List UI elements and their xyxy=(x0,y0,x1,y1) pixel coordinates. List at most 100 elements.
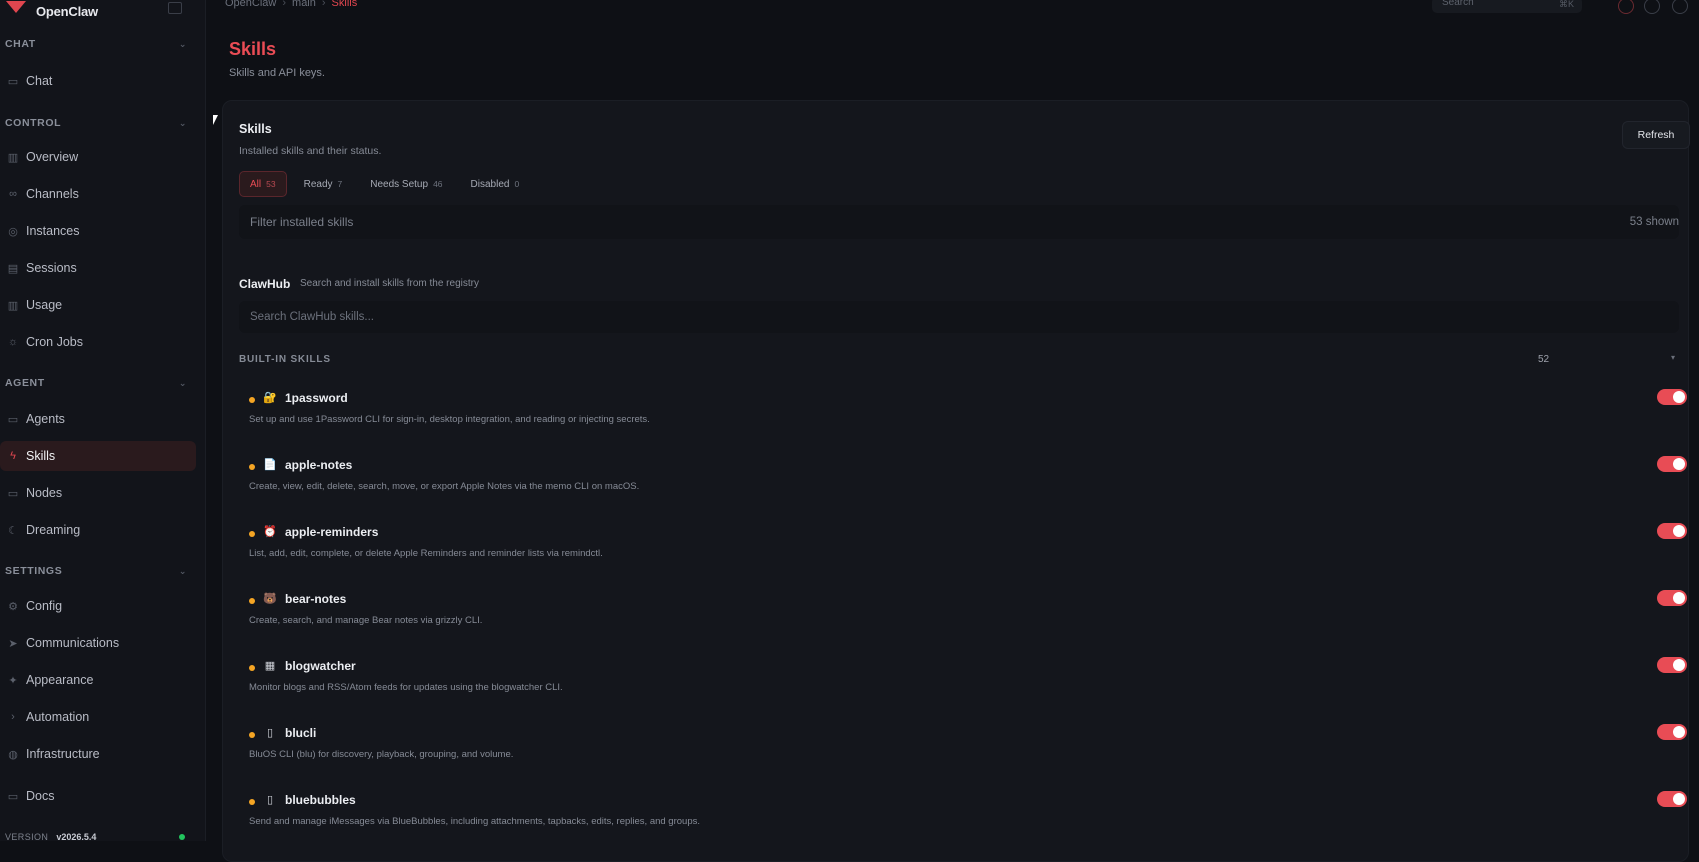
sidebar: OpenClaw CHAT ⌄ ▭ Chat CONTROL ⌄ ▥ Overvie… xyxy=(0,0,206,842)
skill-row: ▯ bluebubbles Send and manage iMessages … xyxy=(239,789,1687,847)
chevron-down-icon: ⌄ xyxy=(178,566,187,576)
sidebar-item-sessions[interactable]: ▤ Sessions xyxy=(0,253,196,283)
skill-enable-toggle[interactable] xyxy=(1657,389,1687,405)
skills-card: Skills Installed skills and their status… xyxy=(222,100,1690,862)
skill-enable-toggle[interactable] xyxy=(1657,590,1687,606)
skill-row: ▦ blogwatcher Monitor blogs and RSS/Atom… xyxy=(239,655,1687,713)
skill-description: Monitor blogs and RSS/Atom feeds for upd… xyxy=(249,682,563,693)
tab-all[interactable]: All 53 xyxy=(239,171,287,197)
placeholder-glyph-icon: ▯ xyxy=(266,794,274,806)
newspaper-icon: ▦ xyxy=(264,660,276,672)
chevron-down-icon: ⌄ xyxy=(178,118,187,128)
sidebar-item-cron-jobs[interactable]: ☼ Cron Jobs xyxy=(0,327,196,357)
mouse-cursor-icon xyxy=(213,115,218,125)
sidebar-item-appearance[interactable]: ✦ Appearance xyxy=(0,665,196,695)
status-dot xyxy=(249,531,255,537)
lightning-icon: ϟ xyxy=(10,450,16,462)
skill-description: Create, view, edit, delete, search, move… xyxy=(249,481,640,492)
status-icon[interactable] xyxy=(1618,0,1634,14)
online-status-dot xyxy=(179,834,185,840)
card-subtitle: Installed skills and their status. xyxy=(239,145,382,157)
skill-row: 📄 apple-notes Create, view, edit, delete… xyxy=(239,454,1687,512)
alarm-clock-icon: ⏰ xyxy=(263,526,277,538)
settings-icon[interactable] xyxy=(1672,0,1688,14)
sidebar-item-docs[interactable]: ▭ Docs xyxy=(0,781,196,811)
skill-enable-toggle[interactable] xyxy=(1657,523,1687,539)
page-subtitle: Skills and API keys. xyxy=(229,67,325,79)
skill-name: blucli xyxy=(285,726,317,740)
status-dot xyxy=(249,665,255,671)
skill-row: 🐻 bear-notes Create, search, and manage … xyxy=(239,588,1687,646)
skill-name: bear-notes xyxy=(285,592,347,606)
chevron-down-icon: ⌄ xyxy=(178,378,187,388)
sidebar-item-communications[interactable]: ➤ Communications xyxy=(0,628,196,658)
page-title: Skills xyxy=(229,39,277,59)
section-header-settings[interactable]: SETTINGS ⌄ xyxy=(5,565,191,581)
section-header-agent[interactable]: AGENT ⌄ xyxy=(5,377,191,393)
sidebar-item-instances[interactable]: ◎ Instances xyxy=(0,216,196,246)
status-dot xyxy=(249,598,255,604)
global-search-input[interactable]: Search ⌘K xyxy=(1432,0,1582,13)
breadcrumb: OpenClaw › main › Skills xyxy=(225,0,357,9)
skill-name: 1password xyxy=(285,391,348,405)
clawhub-search-input[interactable]: Search ClawHub skills... xyxy=(239,301,1679,333)
builtin-skills-count: 52 xyxy=(1538,354,1550,365)
sidebar-item-usage[interactable]: ▥ Usage xyxy=(0,290,196,320)
refresh-button[interactable]: Refresh xyxy=(1622,121,1690,149)
document-icon: ▤ xyxy=(7,262,19,275)
skill-row: ⏰ apple-reminders List, add, edit, compl… xyxy=(239,521,1687,579)
skill-description: List, add, edit, complete, or delete App… xyxy=(249,548,603,559)
breadcrumb-root[interactable]: OpenClaw xyxy=(225,0,276,9)
chevron-down-icon: ⌄ xyxy=(178,39,187,49)
tab-needs-setup[interactable]: Needs Setup 46 xyxy=(359,171,453,197)
skill-description: Create, search, and manage Bear notes vi… xyxy=(249,615,483,626)
tab-disabled[interactable]: Disabled 0 xyxy=(460,171,531,197)
sidebar-item-config[interactable]: ⚙ Config xyxy=(0,591,196,621)
skill-enable-toggle[interactable] xyxy=(1657,657,1687,673)
skill-enable-toggle[interactable] xyxy=(1657,791,1687,807)
sidebar-item-dreaming[interactable]: ☾ Dreaming xyxy=(0,515,196,545)
skill-description: Set up and use 1Password CLI for sign-in… xyxy=(249,414,650,425)
brand[interactable]: OpenClaw xyxy=(0,0,98,22)
filter-skills-input[interactable]: Filter installed skills 53 shown xyxy=(239,205,1679,239)
placeholder-glyph-icon: ▯ xyxy=(266,727,274,739)
skill-enable-toggle[interactable] xyxy=(1657,724,1687,740)
tab-ready[interactable]: Ready 7 xyxy=(293,171,354,197)
monitor-icon: ▭ xyxy=(7,487,19,500)
sidebar-item-agents[interactable]: ▭ Agents xyxy=(0,404,196,434)
app-name: OpenClaw xyxy=(36,3,98,19)
terminal-icon: › xyxy=(11,711,15,723)
section-header-control[interactable]: CONTROL ⌄ xyxy=(5,117,191,133)
send-icon: ➤ xyxy=(8,637,18,650)
sidebar-item-nodes[interactable]: ▭ Nodes xyxy=(0,478,196,508)
skill-name: bluebubbles xyxy=(285,793,356,807)
section-header-chat[interactable]: CHAT ⌄ xyxy=(5,38,191,54)
sidebar-item-overview[interactable]: ▥ Overview xyxy=(0,142,196,172)
document-icon: 📄 xyxy=(263,459,277,471)
skill-row: 🔐 1password Set up and use 1Password CLI… xyxy=(239,387,1687,445)
sidebar-item-automation[interactable]: › Automation xyxy=(0,702,196,732)
lock-icon: 🔐 xyxy=(263,392,277,404)
sidebar-toggle-icon[interactable] xyxy=(168,2,182,14)
sidebar-item-channels[interactable]: ∞ Channels xyxy=(0,179,196,209)
clawhub-subtitle: Search and install skills from the regis… xyxy=(300,278,479,289)
sidebar-item-chat[interactable]: ▭ Chat xyxy=(0,66,196,96)
skill-name: blogwatcher xyxy=(285,659,356,673)
theme-icon[interactable] xyxy=(1644,0,1660,14)
sidebar-item-skills[interactable]: ϟ Skills xyxy=(0,441,196,471)
clawhub-title: ClawHub xyxy=(239,277,291,291)
moon-icon: ☾ xyxy=(8,524,18,537)
skill-name: apple-reminders xyxy=(285,525,379,539)
breadcrumb-agent[interactable]: main xyxy=(292,0,316,9)
openclaw-logo-icon xyxy=(6,1,26,13)
builtin-skills-header[interactable]: BUILT-IN SKILLS xyxy=(239,354,331,365)
folder-icon: ▭ xyxy=(7,413,19,426)
sidebar-item-infrastructure[interactable]: ◍ Infrastructure xyxy=(0,739,196,769)
globe-icon: ◍ xyxy=(8,748,18,761)
skill-description: Send and manage iMessages via BlueBubble… xyxy=(249,816,700,827)
book-icon: ▭ xyxy=(7,790,19,803)
status-dot xyxy=(249,464,255,470)
skill-enable-toggle[interactable] xyxy=(1657,456,1687,472)
gear-icon: ⚙ xyxy=(8,600,18,613)
chevron-down-icon[interactable]: ▾ xyxy=(1671,353,1675,362)
